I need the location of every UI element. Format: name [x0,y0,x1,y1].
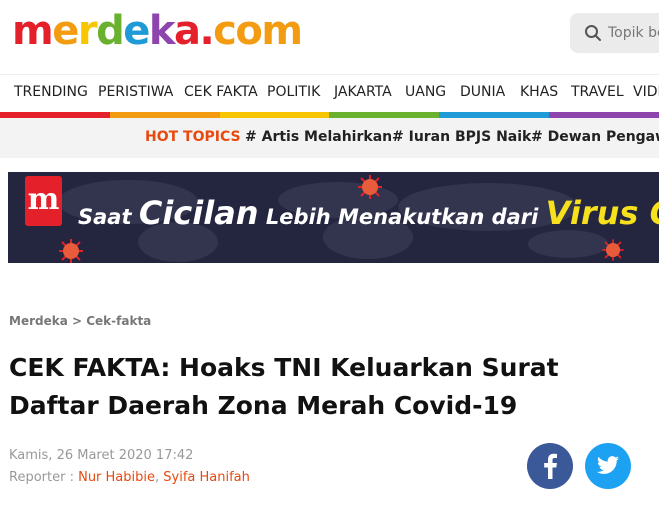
search-input[interactable] [608,19,659,47]
hot-topics-bar: HOT TOPICS # Artis Melahirkan # Iuran BP… [0,118,659,158]
hot-topic-link[interactable]: # Iuran BPJS Naik [392,129,531,145]
main-nav: TRENDING PERISTIWA CEK FAKTA POLITIK JAK… [0,74,659,112]
logo-letter: m [261,8,303,54]
promo-banner[interactable]: m Saat Cicilan Lebih Menakutkan dari Vir… [8,172,659,263]
search-icon[interactable] [584,24,602,42]
twitter-icon [597,456,619,474]
article-date: Kamis, 26 Maret 2020 17:42 [9,448,194,463]
nav-item-politik[interactable]: POLITIK [267,84,320,100]
nav-item-khas[interactable]: KHAS [520,84,558,100]
hot-topics-label: HOT TOPICS [145,129,241,145]
article-title: CEK FAKTA: Hoaks TNI Keluarkan Surat Daf… [9,353,559,420]
reporter-link[interactable]: Nur Habibie [78,470,155,485]
virus-icon [602,239,624,261]
banner-text-virus: Virus Co [545,194,659,232]
facebook-icon [544,453,557,479]
nav-item-dunia[interactable]: DUNIA [460,84,505,100]
reporter-link[interactable]: Syifa Hanifah [163,470,250,485]
virus-icon [358,175,382,199]
search-box[interactable] [570,13,659,53]
site-header: merdeka.com [0,0,659,74]
nav-item-video[interactable]: VIDE [633,84,659,100]
facebook-share-button[interactable] [527,443,573,489]
reporter-label: Reporter : [9,470,79,485]
logo-letter: r [77,8,98,54]
hot-topic-link[interactable]: # Artis Melahirkan [245,129,392,145]
logo-letter: o [235,8,262,54]
twitter-share-button[interactable] [585,443,631,489]
breadcrumb-home-link[interactable]: Merdeka [9,314,68,328]
nav-item-peristiwa[interactable]: PERISTIWA [98,84,173,100]
banner-text-saat: Saat [78,205,139,229]
logo-letter: d [96,8,125,54]
logo-letter: . [199,8,214,54]
breadcrumb-section-link[interactable]: Cek-fakta [86,314,151,328]
logo-letter: a [173,8,201,54]
article-reporters: Reporter : Nur Habibie, Syifa Hanifah [9,470,250,485]
logo-letter: e [52,8,79,54]
nav-item-travel[interactable]: TRAVEL [571,84,624,100]
merdeka-logo[interactable]: merdeka.com [12,8,303,64]
logo-letter: e [123,8,150,54]
banner-text-cicilan: Cicilan [138,194,259,232]
hot-topic-link[interactable]: # Dewan Pengawa [531,129,659,145]
nav-item-cek-fakta[interactable]: CEK FAKTA [184,84,258,100]
banner-text-middle: Lebih Menakutkan dari [258,205,546,229]
nav-item-trending[interactable]: TRENDING [14,84,88,100]
logo-letter: c [213,8,237,54]
virus-icon [59,239,83,263]
logo-letter: k [148,8,176,54]
breadcrumb-separator: > [67,314,87,328]
nav-item-jakarta[interactable]: JAKARTA [334,84,392,100]
breadcrumb: Merdeka > Cek-fakta [9,314,151,328]
logo-letter: m [12,8,54,54]
nav-item-uang[interactable]: UANG [405,84,446,100]
merdeka-m-logo: m [25,176,62,226]
